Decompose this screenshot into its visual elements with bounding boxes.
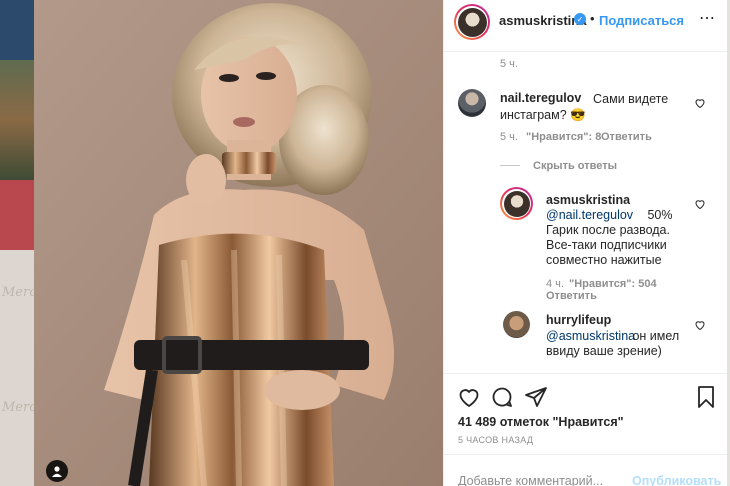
- post-modal-page: Mercury Mercury: [0, 0, 730, 486]
- likes-count[interactable]: 41 489 отметок "Нравится": [458, 415, 624, 429]
- post-photo-illustration: [34, 0, 443, 486]
- verified-badge-icon: ✓: [574, 13, 586, 25]
- heart-icon[interactable]: [457, 385, 481, 409]
- hide-replies-button[interactable]: Скрыть ответы: [533, 160, 617, 172]
- comment-reply-button[interactable]: Ответить: [601, 131, 652, 143]
- background-banner: [0, 0, 34, 60]
- reply-username[interactable]: hurrylifeup: [546, 313, 611, 327]
- posted-time: 5 ЧАСОВ НАЗАД: [458, 435, 534, 445]
- reply-likes[interactable]: "Нравится": 504: [569, 278, 657, 290]
- reply-username[interactable]: asmuskristina: [546, 193, 630, 207]
- caption-time: 5 ч.: [500, 58, 518, 70]
- post-side-panel: asmuskristina ✓ • Подписаться ⋯ 5 ч. nai…: [443, 0, 728, 486]
- comment-text: Сами видете: [593, 92, 669, 106]
- reply-author-avatar[interactable]: [503, 311, 530, 338]
- author-avatar[interactable]: [454, 4, 490, 40]
- more-icon[interactable]: ⋯: [699, 8, 716, 28]
- follow-button[interactable]: Подписаться: [599, 13, 684, 28]
- reply-text: он имел: [629, 329, 680, 343]
- reply-reply-button[interactable]: Ответить: [546, 290, 597, 302]
- reply-mention-link[interactable]: @asmuskristina: [546, 328, 635, 344]
- reply-mention-link[interactable]: @nail.teregulov: [546, 207, 633, 223]
- hide-replies-line: [500, 165, 520, 166]
- add-comment-form: Добавьте комментарий... Опубликовать: [444, 454, 728, 486]
- separator-dot: •: [590, 11, 595, 26]
- comment-time: 5 ч.: [500, 131, 518, 143]
- post-actions-section: 41 489 отметок "Нравится" 5 ЧАСОВ НАЗАД …: [444, 373, 728, 486]
- reply-author-avatar[interactable]: [500, 187, 533, 220]
- reply-heart-icon[interactable]: [694, 198, 706, 210]
- comment-heart-icon[interactable]: [694, 97, 706, 109]
- comment-icon[interactable]: [490, 385, 514, 409]
- comment-text-line2: инстаграм? 😎: [500, 108, 586, 122]
- background-ghost-text: Mercury: [2, 400, 34, 415]
- comment-input[interactable]: Добавьте комментарий...: [458, 474, 603, 486]
- reply-time: 4 ч.: [546, 278, 564, 290]
- post-header: asmuskristina ✓ • Подписаться ⋯: [444, 0, 728, 52]
- user-tag-icon[interactable]: [46, 460, 68, 482]
- bookmark-icon[interactable]: [694, 385, 718, 409]
- reply-text-line2: Гарик после развода.: [546, 223, 670, 237]
- comment-username[interactable]: nail.teregulov: [500, 91, 581, 105]
- background-page-strip: Mercury Mercury: [0, 0, 34, 486]
- background-red-carpet: [0, 180, 34, 250]
- reply-heart-icon[interactable]: [694, 319, 706, 331]
- reply-text-line4: совместно нажитые: [546, 253, 662, 267]
- share-icon[interactable]: [524, 385, 548, 409]
- comment-likes[interactable]: "Нравится": 8: [526, 131, 601, 143]
- background-crowd-image: [0, 60, 34, 180]
- post-photo[interactable]: [34, 0, 443, 486]
- reply-text-line3: Все-таки подписчики: [546, 238, 667, 252]
- reply-text: 50%: [644, 208, 673, 222]
- publish-button[interactable]: Опубликовать: [632, 474, 721, 486]
- reply-text-line2: ввиду ваше зрение): [546, 344, 662, 358]
- commenter-avatar[interactable]: [458, 89, 486, 117]
- background-ghost-text: Mercury: [2, 285, 34, 300]
